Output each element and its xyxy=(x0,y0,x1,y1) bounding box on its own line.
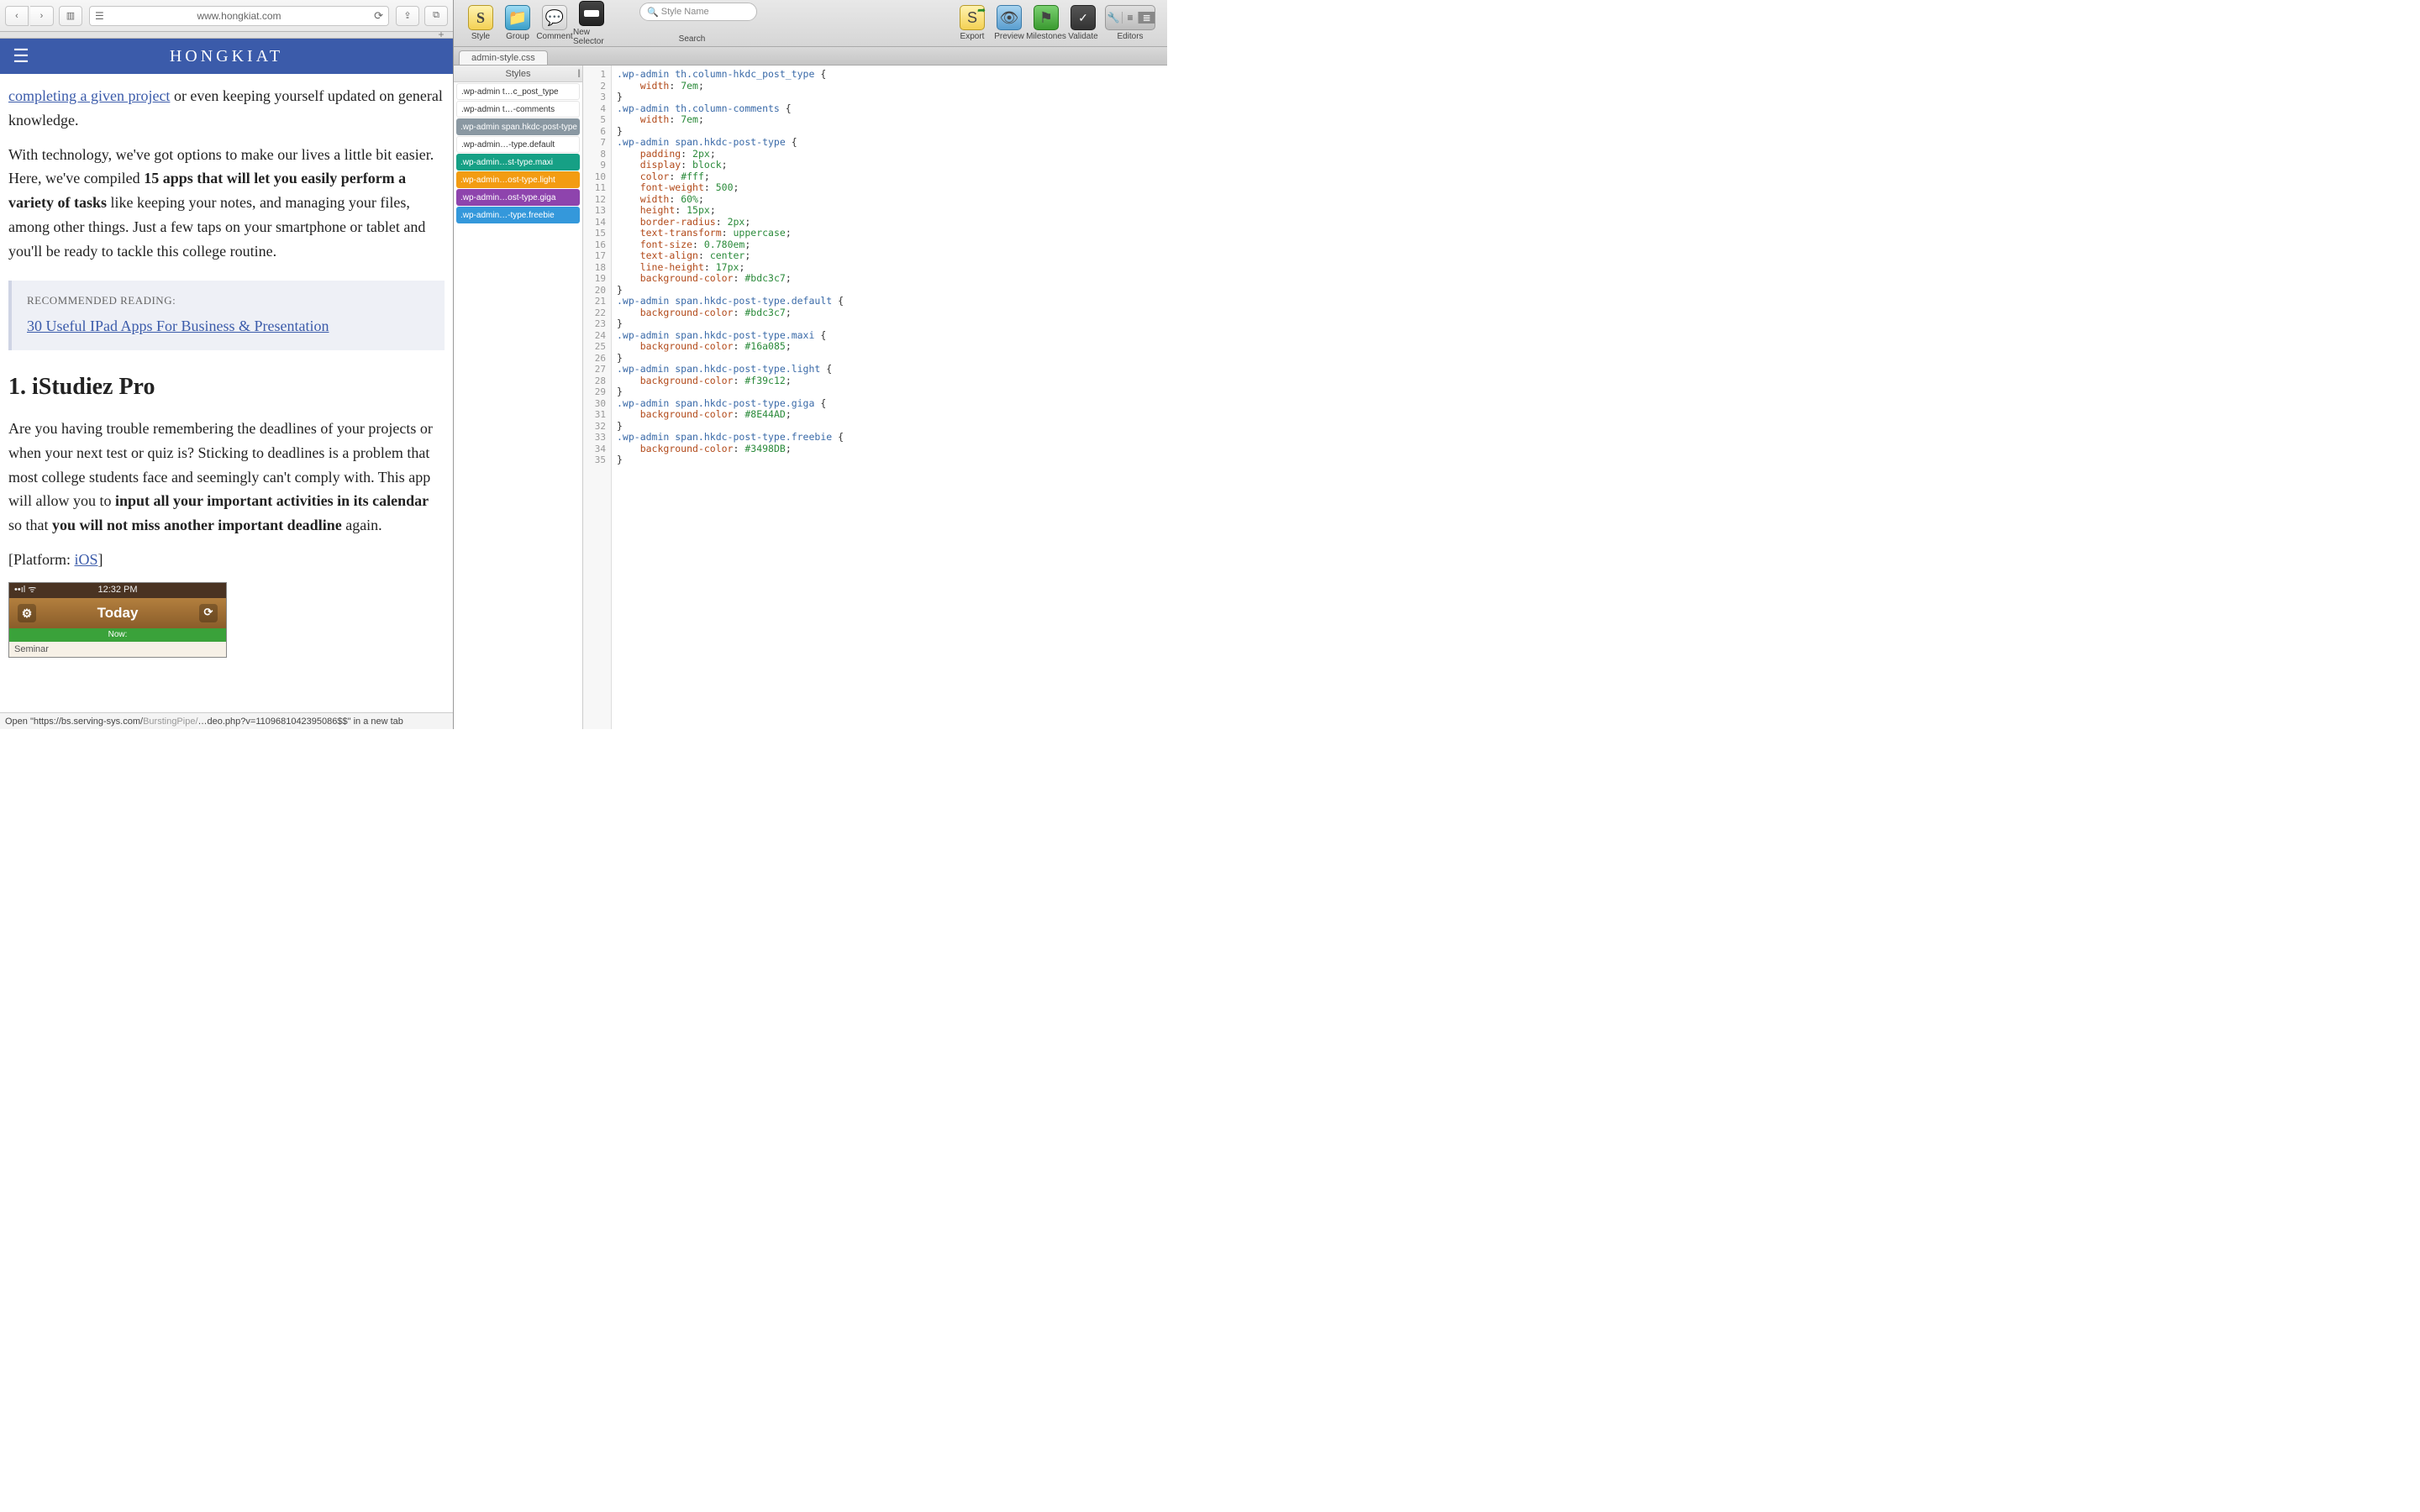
tool-export[interactable]: SExport xyxy=(954,5,991,41)
tool-new-selector[interactable]: New Selector xyxy=(573,1,610,46)
reader-icon[interactable]: ☰ xyxy=(95,10,104,22)
search-input[interactable]: 🔍 Style Name xyxy=(639,3,757,21)
para-3: Are you having trouble remembering the d… xyxy=(8,417,445,538)
intro-link[interactable]: completing a given project xyxy=(8,87,170,104)
section-heading: 1. iStudiez Pro xyxy=(8,369,445,407)
styles-panel-header: Styles||| xyxy=(454,66,582,82)
validate-icon: ✓ xyxy=(1071,5,1096,30)
tool-comment[interactable]: 💬Comment xyxy=(536,5,573,41)
line-gutter: 1234567891011121314151617181920212223242… xyxy=(583,66,612,729)
preview-icon: 👁 xyxy=(997,5,1022,30)
grip-icon[interactable]: ||| xyxy=(577,69,579,78)
intro-para: completing a given project or even keepi… xyxy=(8,84,445,133)
safari-window: ‹ › ▥ ☰ www.hongkiat.com ⟳ ⇪ ⧉ + ☰ HONGK… xyxy=(0,0,454,729)
style-list-item[interactable]: .wp-admin…-type.freebie xyxy=(456,207,580,223)
signal-icon: ••ıl ᯤ xyxy=(14,583,36,598)
search-icon: 🔍 xyxy=(647,7,659,18)
tool-group[interactable]: 📁Group xyxy=(499,5,536,41)
platform-link[interactable]: iOS xyxy=(75,551,98,568)
platform-line: [Platform: iOS] xyxy=(8,548,445,572)
milestones-icon: ⚑ xyxy=(1034,5,1059,30)
group-icon: 📁 xyxy=(505,5,530,30)
refresh-icon: ⟳ xyxy=(199,604,218,622)
style-list-item[interactable]: .wp-admin…ost-type.light xyxy=(456,171,580,188)
style-icon: S xyxy=(468,5,493,30)
recommended-link[interactable]: 30 Useful IPad Apps For Business & Prese… xyxy=(27,318,329,334)
style-list-item[interactable]: .wp-admin t…-comments xyxy=(456,101,580,118)
style-list-item[interactable]: .wp-admin…-type.default xyxy=(456,136,580,153)
tool-milestones[interactable]: ⚑Milestones xyxy=(1028,5,1065,41)
gear-icon: ⚙ xyxy=(18,604,36,622)
file-tab[interactable]: admin-style.css xyxy=(459,50,548,65)
search-wrap: 🔍 Style Name Search xyxy=(610,3,774,44)
share-button[interactable]: ⇪ xyxy=(396,6,419,26)
comment-icon: 💬 xyxy=(542,5,567,30)
style-list-item[interactable]: .wp-admin span.hkdc-post-type xyxy=(456,118,580,135)
site-header: ☰ HONGKIAT xyxy=(0,39,453,74)
app-time: 12:32 PM xyxy=(97,583,137,598)
styles-panel: Styles||| .wp-admin t…c_post_type.wp-adm… xyxy=(454,66,583,729)
export-icon: S xyxy=(960,5,985,30)
url-text: www.hongkiat.com xyxy=(197,10,281,22)
app-screenshot: ••ıl ᯤ 12:32 PM ⚙ Today ⟳ Now: Seminar xyxy=(8,582,227,658)
style-list-item[interactable]: .wp-admin t…c_post_type xyxy=(456,83,580,100)
css-editor-window: SStyle 📁Group 💬Comment New Selector 🔍 St… xyxy=(454,0,1167,729)
article-content[interactable]: completing a given project or even keepi… xyxy=(0,74,453,729)
styles-list[interactable]: .wp-admin t…c_post_type.wp-admin t…-comm… xyxy=(454,82,582,224)
app-statusbar: ••ıl ᯤ 12:32 PM xyxy=(9,583,226,598)
tool-validate[interactable]: ✓Validate xyxy=(1065,5,1102,41)
tool-preview[interactable]: 👁Preview xyxy=(991,5,1028,41)
back-button[interactable]: ‹ xyxy=(5,6,29,26)
app-seminar-row: Seminar xyxy=(9,642,226,658)
forward-button[interactable]: › xyxy=(30,6,54,26)
code-area[interactable]: .wp-admin th.column-hkdc_post_type { wid… xyxy=(612,66,1167,729)
recommended-title: RECOMMENDED READING: xyxy=(27,292,429,310)
hamburger-icon[interactable]: ☰ xyxy=(0,45,42,67)
new-selector-icon xyxy=(579,1,604,26)
reload-icon[interactable]: ⟳ xyxy=(374,9,383,23)
site-logo[interactable]: HONGKIAT xyxy=(42,47,411,66)
tabs-button[interactable]: ⧉ xyxy=(424,6,448,26)
editor-toolbar: SStyle 📁Group 💬Comment New Selector 🔍 St… xyxy=(454,0,1167,47)
safari-tabbar: + xyxy=(0,32,453,39)
recommended-box: RECOMMENDED READING: 30 Useful IPad Apps… xyxy=(8,281,445,351)
tool-editors[interactable]: 🔧≡≣Editors xyxy=(1102,5,1159,41)
editor-main: Styles||| .wp-admin t…c_post_type.wp-adm… xyxy=(454,66,1167,729)
safari-toolbar: ‹ › ▥ ☰ www.hongkiat.com ⟳ ⇪ ⧉ xyxy=(0,0,453,32)
editors-icon: 🔧≡≣ xyxy=(1105,5,1155,30)
editor-file-tabs: admin-style.css xyxy=(454,47,1167,66)
style-list-item[interactable]: .wp-admin…st-type.maxi xyxy=(456,154,580,171)
address-bar[interactable]: ☰ www.hongkiat.com ⟳ xyxy=(89,6,389,26)
style-list-item[interactable]: .wp-admin…ost-type.giga xyxy=(456,189,580,206)
sidebar-button[interactable]: ▥ xyxy=(59,6,82,26)
tool-style[interactable]: SStyle xyxy=(462,5,499,41)
app-today-bar: ⚙ Today ⟳ xyxy=(9,598,226,628)
safari-status-bar: Open "https://bs.serving-sys.com/Burstin… xyxy=(0,712,453,729)
para-2: With technology, we've got options to ma… xyxy=(8,143,445,264)
app-now-bar: Now: xyxy=(9,628,226,642)
